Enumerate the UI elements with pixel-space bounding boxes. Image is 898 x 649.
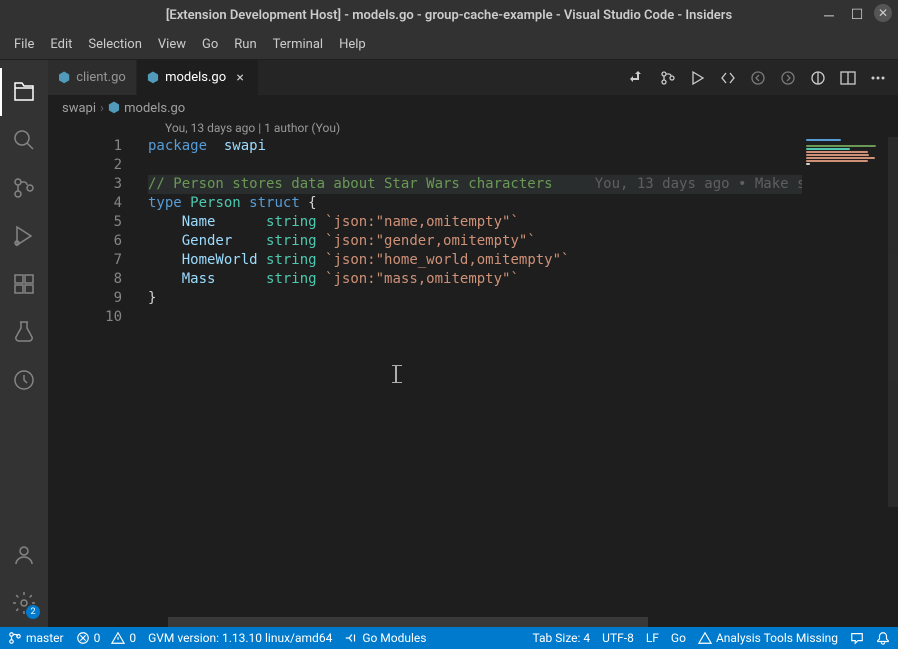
go-file-icon: ⬢ — [108, 100, 120, 116]
maximize-button[interactable]: ☐ — [846, 4, 868, 26]
status-gvm[interactable]: GVM version: 1.13.10 linux/amd64 — [148, 631, 332, 645]
titlebar: [Extension Development Host] - models.go… — [0, 0, 898, 30]
more-actions-icon[interactable] — [870, 70, 886, 86]
status-language[interactable]: Go — [671, 631, 686, 645]
git-compare-icon[interactable] — [630, 70, 646, 86]
breadcrumb-folder[interactable]: swapi — [62, 101, 96, 116]
search-icon[interactable] — [0, 116, 48, 164]
minimap[interactable] — [802, 137, 898, 617]
run-file-icon[interactable] — [690, 70, 706, 86]
test-icon[interactable] — [0, 308, 48, 356]
tab-models-go[interactable]: ⬢ models.go × — [137, 60, 259, 95]
split-editor-icon[interactable] — [840, 70, 856, 86]
status-gomodules[interactable]: Go Modules — [344, 631, 426, 645]
window-controls: ─ ☐ ✕ — [818, 4, 892, 26]
code-line[interactable]: type Person struct { — [148, 194, 898, 213]
editor-actions — [630, 60, 898, 95]
menu-view[interactable]: View — [150, 33, 194, 56]
line-numbers: 12345678910 — [48, 137, 148, 617]
git-branch-action-icon[interactable] — [660, 70, 676, 86]
code-line[interactable] — [148, 156, 898, 175]
codelens-authors[interactable]: You, 13 days ago | 1 author (You) — [48, 121, 898, 137]
code-content[interactable]: package swapi // Person stores data about… — [148, 137, 898, 617]
code-line[interactable] — [148, 308, 898, 327]
tab-bar: ⬢ client.go ⬢ models.go × — [48, 60, 898, 95]
go-file-icon: ⬢ — [147, 70, 159, 86]
status-problems[interactable]: 0 0 — [76, 631, 136, 645]
scroll-thumb[interactable] — [888, 137, 898, 507]
run-debug-icon[interactable] — [0, 212, 48, 260]
code-line[interactable]: } — [148, 289, 898, 308]
extensions-icon[interactable] — [0, 260, 48, 308]
close-tab-icon[interactable]: × — [232, 70, 248, 86]
accounts-icon[interactable] — [0, 531, 48, 579]
code-line[interactable]: package swapi — [148, 137, 898, 156]
status-analysis[interactable]: Analysis Tools Missing — [698, 631, 838, 645]
breadcrumb-file[interactable]: models.go — [124, 101, 185, 116]
open-changes-icon[interactable] — [720, 70, 736, 86]
code-line[interactable]: Gender string `json:"gender,omitempty"` — [148, 232, 898, 251]
menu-selection[interactable]: Selection — [80, 33, 149, 56]
status-bell-icon[interactable] — [876, 631, 890, 645]
menubar: FileEditSelectionViewGoRunTerminalHelp — [0, 30, 898, 60]
status-encoding[interactable]: UTF-8 — [602, 631, 634, 645]
chevron-right-icon: › — [100, 101, 104, 116]
menu-help[interactable]: Help — [331, 33, 374, 56]
status-feedback-icon[interactable] — [850, 631, 864, 645]
minimize-button[interactable]: ─ — [818, 4, 840, 26]
code-editor[interactable]: 12345678910 package swapi // Person store… — [48, 137, 898, 617]
tab-label: client.go — [76, 70, 126, 85]
activity-bar: 2 — [0, 60, 48, 627]
prev-change-icon[interactable] — [750, 70, 766, 86]
status-tabsize[interactable]: Tab Size: 4 — [533, 631, 591, 645]
menu-go[interactable]: Go — [194, 33, 226, 56]
status-branch[interactable]: master — [8, 631, 64, 645]
text-cursor-icon — [395, 365, 397, 383]
code-line[interactable]: Name string `json:"name,omitempty"` — [148, 213, 898, 232]
code-line[interactable]: // Person stores data about Star Wars ch… — [148, 175, 898, 194]
source-control-icon[interactable] — [0, 164, 48, 212]
overview-ruler[interactable] — [884, 137, 898, 617]
status-bar: master 0 0 GVM version: 1.13.10 linux/am… — [0, 627, 898, 649]
tab-client-go[interactable]: ⬢ client.go — [48, 60, 137, 95]
menu-terminal[interactable]: Terminal — [265, 33, 331, 56]
close-button[interactable]: ✕ — [874, 4, 892, 22]
menu-edit[interactable]: Edit — [42, 33, 80, 56]
next-change-icon[interactable] — [780, 70, 796, 86]
horizontal-scrollbar[interactable] — [148, 617, 898, 627]
breadcrumb[interactable]: swapi › ⬢ models.go — [48, 95, 898, 121]
explorer-icon[interactable] — [0, 68, 48, 116]
menu-run[interactable]: Run — [226, 33, 264, 56]
horizontal-scroll-thumb[interactable] — [168, 617, 648, 627]
menu-file[interactable]: File — [6, 33, 42, 56]
code-line[interactable]: Mass string `json:"mass,omitempty"` — [148, 270, 898, 289]
status-eol[interactable]: LF — [646, 631, 659, 645]
settings-badge: 2 — [26, 605, 40, 619]
gitlens-icon[interactable] — [0, 356, 48, 404]
go-file-icon: ⬢ — [58, 70, 70, 86]
settings-icon[interactable]: 2 — [0, 579, 48, 627]
tab-label: models.go — [165, 70, 226, 85]
window-title: [Extension Development Host] - models.go… — [166, 8, 732, 23]
code-line[interactable]: HomeWorld string `json:"home_world,omite… — [148, 251, 898, 270]
toggle-icon[interactable] — [810, 70, 826, 86]
